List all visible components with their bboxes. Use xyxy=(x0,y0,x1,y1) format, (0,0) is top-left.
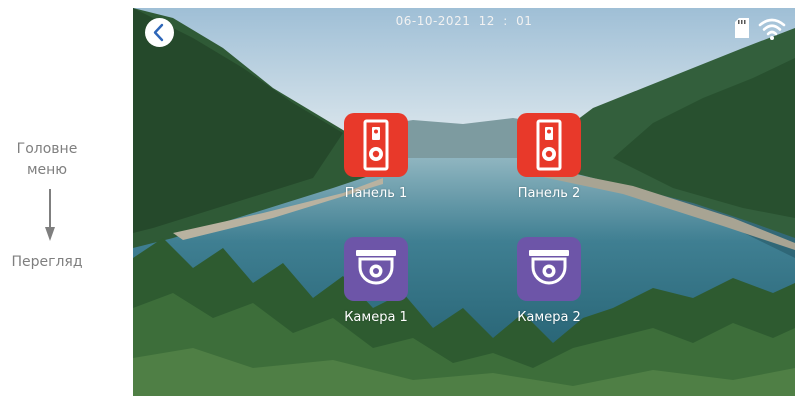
date-text: 06-10-2021 xyxy=(395,14,471,28)
caption-view: Перегляд xyxy=(11,254,83,270)
tile-camera-1[interactable]: Камера 1 xyxy=(336,237,416,326)
tile-camera-1-icon-bg xyxy=(344,237,408,301)
doorbell-panel-icon xyxy=(536,119,562,171)
dome-camera-icon xyxy=(356,250,396,285)
tile-panel-1-icon-bg xyxy=(344,113,408,177)
tile-panel-2-label: Панель 2 xyxy=(517,186,581,201)
doorbell-panel-icon xyxy=(363,119,389,171)
device-screen: 06-10-2021 12 : 01 Панель 1 Панель 2 Кам… xyxy=(133,8,795,396)
navigation-caption: Головне меню Перегляд xyxy=(0,0,130,396)
tile-camera-2[interactable]: Камера 2 xyxy=(509,237,589,326)
page: Головне меню Перегляд 06-10-2021 12: 01… xyxy=(0,0,798,396)
tile-camera-2-label: Камера 2 xyxy=(517,310,581,325)
wifi-icon xyxy=(758,18,786,40)
time-text: 12 : 01 xyxy=(478,14,533,28)
tile-camera-2-icon-bg xyxy=(517,237,581,301)
datetime: 06-10-2021 12 : 01 xyxy=(133,14,795,28)
dome-camera-icon xyxy=(529,250,569,285)
caption-main-menu: Головне меню xyxy=(16,141,78,178)
tile-panel-2[interactable]: Панель 2 xyxy=(509,113,589,202)
arrow-down-icon xyxy=(45,189,55,241)
landscape-background xyxy=(133,8,795,396)
tile-panel-2-icon-bg xyxy=(517,113,581,177)
tile-camera-1-label: Камера 1 xyxy=(344,310,408,325)
sd-card-icon xyxy=(735,18,749,38)
tile-panel-1-label: Панель 1 xyxy=(344,186,408,201)
tile-panel-1[interactable]: Панель 1 xyxy=(336,113,416,202)
